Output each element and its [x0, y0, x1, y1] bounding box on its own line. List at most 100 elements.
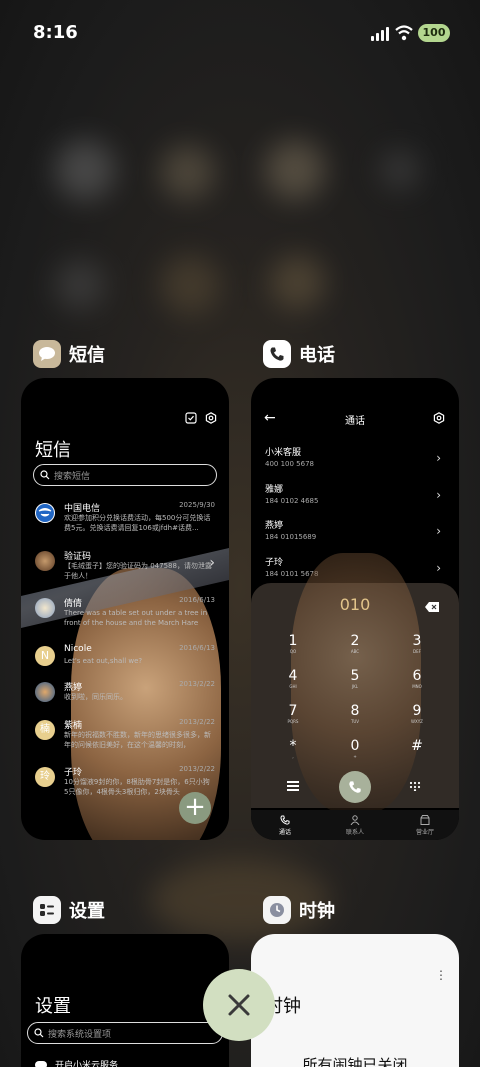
- chevron-right-icon: ›: [436, 488, 441, 502]
- search-input[interactable]: 搜索短信: [33, 464, 217, 486]
- wallpaper-blur: [380, 150, 420, 190]
- wallpaper-blur: [55, 140, 115, 200]
- avatar: [35, 682, 55, 702]
- page-title: 短信: [35, 440, 71, 461]
- page-title: 设置: [35, 996, 71, 1017]
- backspace-icon[interactable]: [425, 602, 439, 612]
- clear-all-button[interactable]: [203, 969, 275, 1041]
- page-title: 通话: [345, 416, 365, 427]
- dial-key-hash[interactable]: #: [397, 738, 437, 754]
- status-bar: 8:16 100: [0, 0, 480, 64]
- settings-app-icon: [33, 896, 61, 924]
- chevron-right-icon: ›: [436, 524, 441, 538]
- battery-indicator: 100: [418, 24, 450, 42]
- phone-app-icon: [263, 340, 291, 368]
- message-preview: 【毛绒蛋子】您的验证码为 047588，请勿泄露于他人！: [64, 562, 212, 580]
- dial-key-8[interactable]: 8 TUV: [335, 703, 375, 724]
- message-date: 2013/2/22: [179, 680, 215, 688]
- dialpad: 010 1 QO 2 ABC 3 DEF 4 GHI 5 JKL 6 MNO 7 PQRS 8…: [251, 553, 459, 813]
- settings-icon[interactable]: [205, 412, 217, 424]
- chevron-right-icon: ›: [436, 561, 441, 575]
- settings-app-header[interactable]: 设置: [33, 896, 105, 924]
- contact-number: 184 01015689: [265, 533, 317, 541]
- call-button[interactable]: [339, 771, 371, 803]
- tab-contacts[interactable]: 联系人: [335, 815, 375, 836]
- sms-app-card[interactable]: 短信 搜索短信 中国电信 2025/9/30 欢迎参加积分兑换话费活动，每500…: [21, 378, 229, 840]
- settings-app-name: 设置: [69, 901, 105, 922]
- phone-icon: [280, 815, 290, 825]
- wallpaper-blur: [160, 255, 220, 315]
- sms-app-name: 短信: [69, 345, 105, 366]
- dial-key-9[interactable]: 9 WXYZ: [397, 703, 437, 724]
- phone-app-header[interactable]: 电话: [263, 340, 335, 368]
- clock-app-card[interactable]: ⋮ 时钟 所有闹钟已关闭: [251, 934, 459, 1067]
- chevron-right-icon: ›: [209, 555, 215, 571]
- search-icon: [34, 1028, 44, 1038]
- tab-calls[interactable]: 通话: [265, 815, 305, 836]
- more-options-icon[interactable]: ⋮: [435, 968, 447, 982]
- dial-key-7[interactable]: 7 PQRS: [273, 703, 313, 724]
- settings-item[interactable]: 开启小米云服务: [35, 1058, 118, 1067]
- sms-app-icon: [33, 340, 61, 368]
- select-icon[interactable]: [185, 412, 197, 424]
- menu-icon[interactable]: [287, 781, 299, 791]
- phone-app-name: 电话: [299, 345, 335, 366]
- dial-key-2[interactable]: 2 ABC: [335, 633, 375, 654]
- dial-key-1[interactable]: 1 QO: [273, 633, 313, 654]
- message-date: 2013/2/22: [179, 765, 215, 773]
- contact-number: 400 100 5678: [265, 460, 314, 468]
- message-item[interactable]: 倩倩 2016/6/13 There was a table set out u…: [35, 596, 215, 636]
- message-preview: 收到啦，同乐同乐。: [64, 693, 127, 701]
- message-preview: Let's eat out,shall we?: [64, 657, 143, 665]
- dial-key-6[interactable]: 6 MNO: [397, 668, 437, 689]
- contact-name: 雅娜: [265, 485, 284, 495]
- avatar: [35, 598, 55, 618]
- settings-icon[interactable]: [433, 412, 445, 424]
- contact-item[interactable]: 雅娜 184 0102 4685 ›: [265, 482, 445, 512]
- keypad-icon[interactable]: [409, 781, 421, 791]
- search-icon: [40, 470, 50, 480]
- wallpaper-blur: [265, 140, 325, 200]
- wifi-icon: [395, 25, 413, 41]
- avatar: 楠: [35, 720, 55, 740]
- avatar: [35, 551, 55, 571]
- avatar: 玲: [35, 767, 55, 787]
- new-message-button[interactable]: +: [179, 792, 211, 824]
- message-item[interactable]: 楠 紫楠 2013/2/22 新年的祝福数不胜数，新年的思绪很多很多，新年的问候…: [35, 718, 215, 758]
- clock-app-icon: [263, 896, 291, 924]
- contact-number: 184 0102 4685: [265, 497, 319, 505]
- contact-item[interactable]: 燕婷 184 01015689 ›: [265, 518, 445, 548]
- chevron-right-icon: ›: [436, 451, 441, 465]
- contact-item[interactable]: 小米客服 400 100 5678 ›: [265, 445, 445, 475]
- sms-app-header[interactable]: 短信: [33, 340, 105, 368]
- phone-icon: [349, 781, 361, 793]
- settings-app-card[interactable]: 设置 搜索系统设置项 开启小米云服务: [21, 934, 229, 1067]
- search-input[interactable]: 搜索系统设置项: [27, 1022, 223, 1044]
- contact-name: 燕婷: [265, 521, 284, 531]
- clock-app-header[interactable]: 时钟: [263, 896, 335, 924]
- dial-key-3[interactable]: 3 DEF: [397, 633, 437, 654]
- message-item[interactable]: 燕婷 2013/2/22 收到啦，同乐同乐。: [35, 680, 215, 720]
- dial-key-star[interactable]: *,: [273, 738, 313, 759]
- dial-key-4[interactable]: 4 GHI: [273, 668, 313, 689]
- tab-service-hall[interactable]: 营业厅: [405, 815, 445, 836]
- message-sender: Nicole: [64, 644, 92, 654]
- dial-key-5[interactable]: 5 JKL: [335, 668, 375, 689]
- dial-key-0[interactable]: 0 +: [335, 738, 375, 759]
- wallpaper-blur: [55, 260, 105, 310]
- cloud-icon: [35, 1060, 47, 1067]
- message-preview: There was a table set out under a tree i…: [64, 609, 208, 630]
- message-item[interactable]: 验证码 【毛绒蛋子】您的验证码为 047588，请勿泄露于他人！ ›: [35, 549, 215, 589]
- message-item[interactable]: N Nicole 2016/6/13 Let's eat out,shall w…: [35, 644, 215, 684]
- message-date: 2013/2/22: [179, 718, 215, 726]
- message-preview: 欢迎参加积分兑换话费活动，每500分可兑换话费5元。兑换话费请回复106或jfd…: [64, 514, 211, 532]
- signal-icon: [371, 27, 391, 41]
- message-item[interactable]: 中国电信 2025/9/30 欢迎参加积分兑换话费活动，每500分可兑换话费5元…: [35, 501, 215, 541]
- wallpaper-blur: [160, 145, 215, 200]
- avatar: N: [35, 646, 55, 666]
- search-placeholder: 搜索短信: [54, 471, 91, 482]
- phone-app-card[interactable]: ← 通话 小米客服 400 100 5678 › 雅娜 184 0102 468…: [251, 378, 459, 840]
- avatar: [35, 503, 55, 523]
- clock-app-name: 时钟: [299, 901, 335, 922]
- tab-bar: 通话 联系人 营业厅: [251, 810, 459, 840]
